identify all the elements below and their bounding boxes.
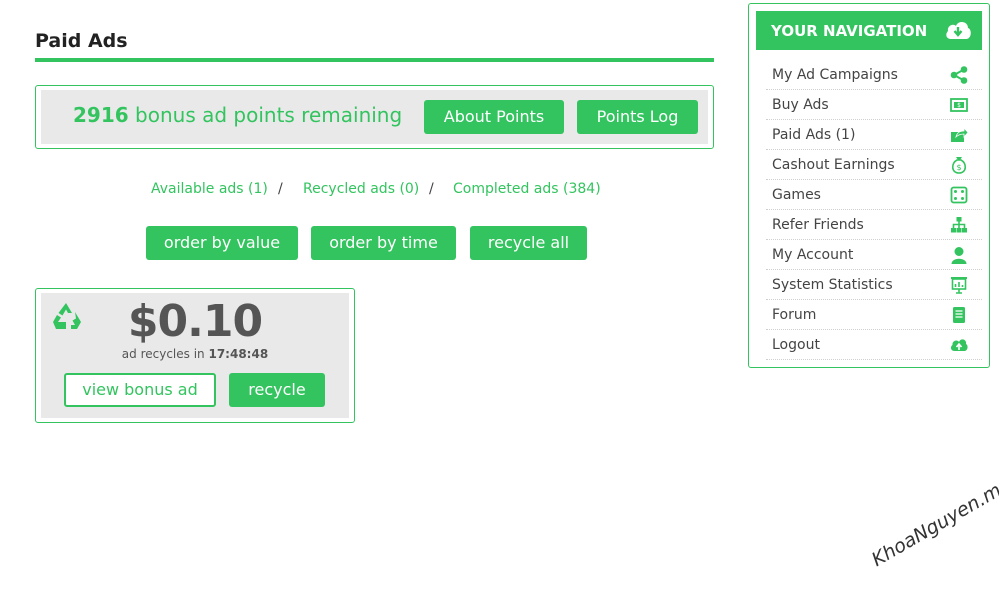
sitemap-icon bbox=[951, 217, 967, 233]
filter-recycled-ads[interactable]: Recycled ads (0) bbox=[303, 181, 419, 197]
points-label: bonus ad points remaining bbox=[135, 103, 403, 127]
nav-item-label: Buy Ads bbox=[772, 97, 829, 113]
nav-item-logout[interactable]: Logout bbox=[766, 330, 982, 360]
nav-item-label: System Statistics bbox=[772, 277, 893, 293]
nav-item-label: Cashout Earnings bbox=[772, 157, 895, 173]
view-bonus-ad-button[interactable]: view bonus ad bbox=[64, 373, 216, 407]
money-bill-icon: $ bbox=[950, 98, 968, 112]
presentation-icon bbox=[951, 277, 967, 294]
cloud-upload-icon bbox=[950, 339, 968, 351]
page-title: Paid Ads bbox=[35, 30, 128, 52]
navigation-header: YOUR NAVIGATION bbox=[756, 11, 982, 50]
share-icon bbox=[950, 66, 968, 84]
nav-item-my-ad-campaigns[interactable]: My Ad Campaigns bbox=[766, 60, 982, 90]
ad-recycle-label: ad recycles in bbox=[121, 347, 205, 361]
about-points-button[interactable]: About Points bbox=[424, 100, 564, 134]
ad-value: $0.10 bbox=[127, 296, 263, 347]
cloud-download-icon bbox=[944, 19, 972, 45]
filter-available-ads[interactable]: Available ads (1) bbox=[151, 181, 268, 197]
points-remaining: 2916 bonus ad points remaining bbox=[73, 103, 402, 127]
share-box-icon bbox=[951, 126, 968, 142]
order-by-value-button[interactable]: order by value bbox=[146, 226, 298, 260]
filter-separator: / bbox=[278, 181, 283, 197]
nav-item-label: Games bbox=[772, 187, 821, 203]
nav-item-system-statistics[interactable]: System Statistics bbox=[766, 270, 982, 300]
money-bag-icon: $ bbox=[951, 157, 967, 174]
nav-item-my-account[interactable]: My Account bbox=[766, 240, 982, 270]
dice-icon bbox=[950, 186, 968, 204]
svg-text:$: $ bbox=[957, 102, 961, 109]
order-by-time-button[interactable]: order by time bbox=[311, 226, 456, 260]
recycle-button[interactable]: recycle bbox=[229, 373, 325, 407]
nav-item-label: Paid Ads (1) bbox=[772, 127, 856, 143]
nav-item-paid-ads[interactable]: Paid Ads (1) bbox=[766, 120, 982, 150]
book-icon bbox=[953, 307, 965, 323]
points-count: 2916 bbox=[73, 103, 129, 127]
filter-separator: / bbox=[429, 181, 434, 197]
navigation-title: YOUR NAVIGATION bbox=[771, 22, 928, 40]
title-divider bbox=[35, 58, 714, 62]
filter-completed-ads[interactable]: Completed ads (384) bbox=[453, 181, 601, 197]
nav-item-forum[interactable]: Forum bbox=[766, 300, 982, 330]
ad-recycle-timer: ad recycles in 17:48:48 bbox=[35, 347, 355, 361]
nav-item-label: Refer Friends bbox=[772, 217, 864, 233]
recycle-all-button[interactable]: recycle all bbox=[470, 226, 587, 260]
nav-item-games[interactable]: Games bbox=[766, 180, 982, 210]
nav-item-cashout-earnings[interactable]: Cashout Earnings $ bbox=[766, 150, 982, 180]
nav-item-buy-ads[interactable]: Buy Ads $ bbox=[766, 90, 982, 120]
nav-item-label: Logout bbox=[772, 337, 820, 353]
nav-item-refer-friends[interactable]: Refer Friends bbox=[766, 210, 982, 240]
nav-item-label: My Ad Campaigns bbox=[772, 67, 898, 83]
svg-text:$: $ bbox=[956, 163, 961, 172]
user-icon bbox=[951, 247, 967, 264]
watermark: KhoaNguyen.me bbox=[868, 473, 999, 572]
nav-item-label: My Account bbox=[772, 247, 854, 263]
ad-recycle-time: 17:48:48 bbox=[208, 347, 269, 361]
nav-item-label: Forum bbox=[772, 307, 817, 323]
points-log-button[interactable]: Points Log bbox=[577, 100, 698, 134]
